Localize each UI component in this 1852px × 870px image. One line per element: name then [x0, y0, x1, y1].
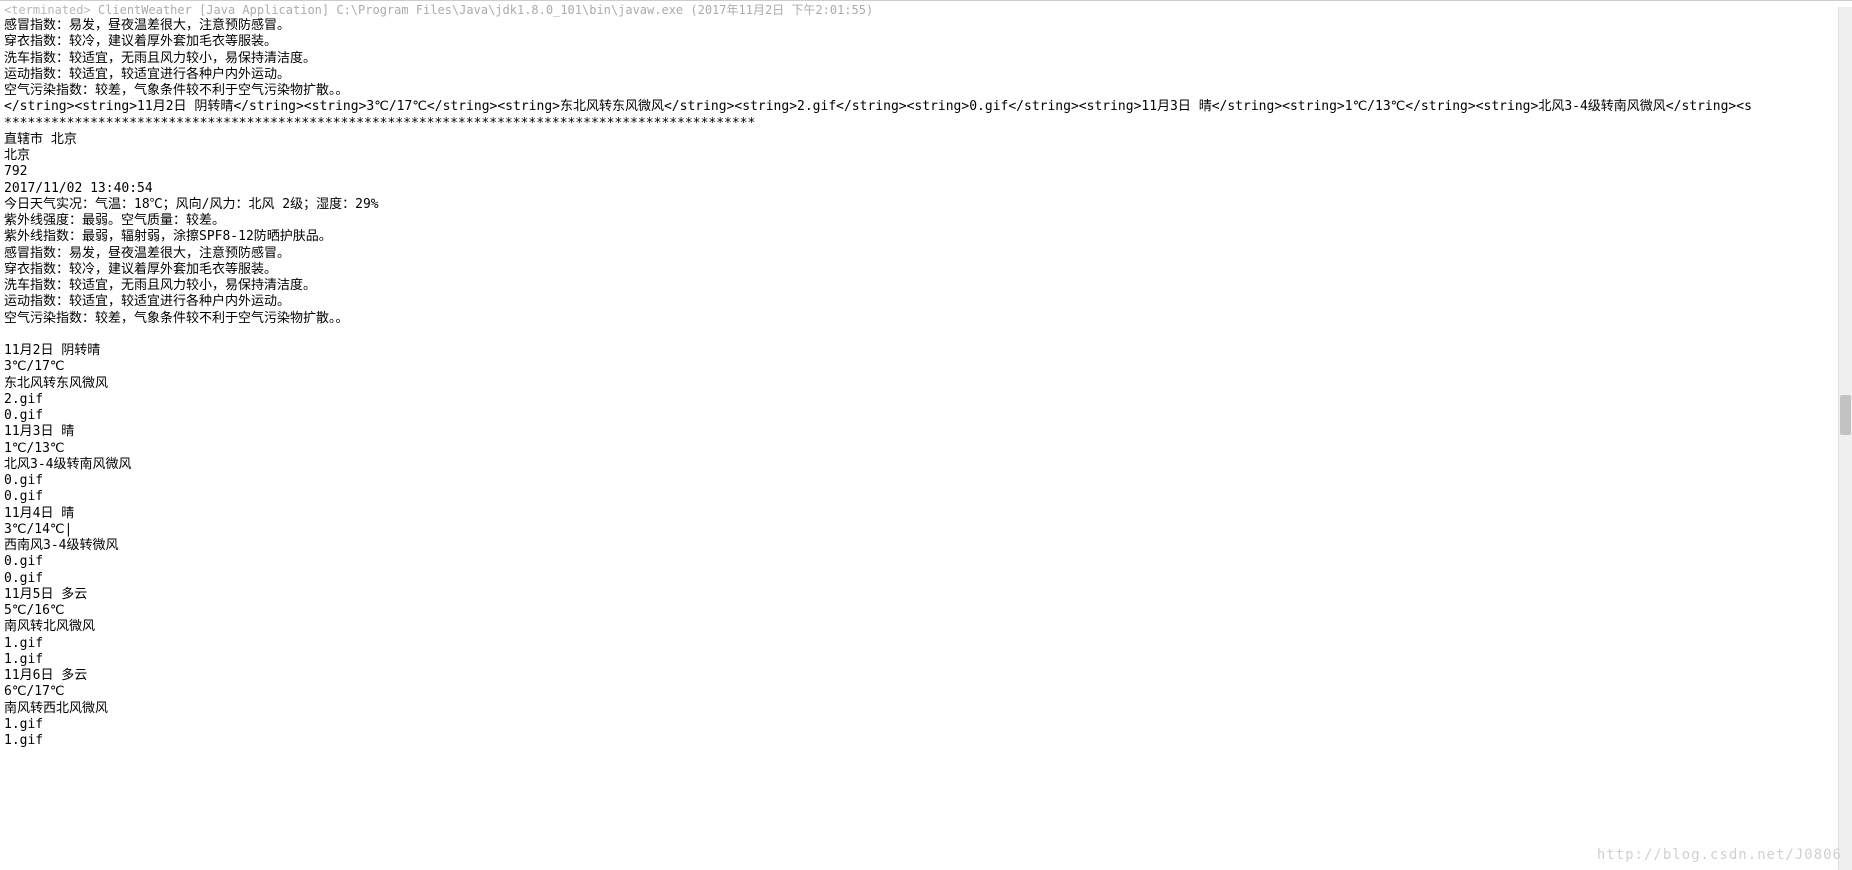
forecast-gif: 1.gif: [4, 652, 1848, 668]
forecast-wind: 西南风3-4级转微风: [4, 538, 1848, 554]
forecast-wind: 南风转北风微风: [4, 619, 1848, 635]
forecast-gif: 0.gif: [4, 554, 1848, 570]
forecast-wind: 南风转西北风微风: [4, 701, 1848, 717]
launch-timestamp: (2017年11月2日 下午2:01:55): [690, 3, 873, 17]
forecast-temp: 5℃/16℃: [4, 603, 1848, 619]
city-line: 直辖市 北京: [4, 132, 1848, 148]
forecast-date: 11月5日 多云: [4, 587, 1848, 603]
uv-line: 紫外线强度：最弱。空气质量：较差。: [4, 213, 1848, 229]
city-code: 792: [4, 164, 1848, 180]
forecast-wind: 北风3-4级转南风微风: [4, 457, 1848, 473]
forecast-temp: 6℃/17℃: [4, 684, 1848, 700]
city-name: 北京: [4, 148, 1848, 164]
scrollbar-thumb[interactable]: [1840, 395, 1851, 435]
dress-index: 穿衣指数：较冷，建议着厚外套加毛衣等服装。: [4, 262, 1848, 278]
forecast-gif: 0.gif: [4, 489, 1848, 505]
uv-index: 紫外线指数：最弱，辐射弱，涂擦SPF8-12防晒护肤品。: [4, 229, 1848, 245]
today-realtime: 今日天气实况：气温：18℃；风向/风力：北风 2级；湿度：29%: [4, 197, 1848, 213]
app-name: ClientWeather [Java Application]: [98, 3, 329, 17]
jre-path: C:\Program Files\Java\jdk1.8.0_101\bin\j…: [336, 3, 683, 17]
forecast-date: 11月3日 晴: [4, 424, 1848, 440]
console-output[interactable]: <terminated> ClientWeather [Java Applica…: [0, 0, 1852, 751]
separator-line: ****************************************…: [4, 116, 1848, 132]
xml-string-line: </string><string>11月2日 阴转晴</string><stri…: [4, 99, 1848, 115]
cold-index: 感冒指数：易发，昼夜温差很大，注意预防感冒。: [4, 246, 1848, 262]
console-line: 感冒指数：易发，昼夜温差很大，注意预防感冒。: [4, 18, 1848, 34]
console-line: 洗车指数：较适宜，无雨且风力较小，易保持清洁度。: [4, 51, 1848, 67]
blank-line: [4, 327, 1848, 343]
forecast-temp: 3℃/17℃: [4, 359, 1848, 375]
forecast-date: 11月2日 阴转晴: [4, 343, 1848, 359]
forecast-gif: 1.gif: [4, 733, 1848, 749]
sport-index: 运动指数：较适宜，较适宜进行各种户内外运动。: [4, 294, 1848, 310]
forecast-wind: 东北风转东风微风: [4, 376, 1848, 392]
forecast-date: 11月6日 多云: [4, 668, 1848, 684]
vertical-scrollbar[interactable]: [1838, 7, 1852, 870]
forecast-gif: 2.gif: [4, 392, 1848, 408]
datetime-line: 2017/11/02 13:40:54: [4, 181, 1848, 197]
forecast-temp: 3℃/14℃|: [4, 522, 1848, 538]
console-line: 运动指数：较适宜，较适宜进行各种户内外运动。: [4, 67, 1848, 83]
console-header: <terminated> ClientWeather [Java Applica…: [4, 3, 1848, 18]
forecast-temp: 1℃/13℃: [4, 441, 1848, 457]
terminated-tag: <terminated>: [4, 3, 91, 17]
forecast-gif: 1.gif: [4, 636, 1848, 652]
forecast-gif: 0.gif: [4, 473, 1848, 489]
forecast-gif: 1.gif: [4, 717, 1848, 733]
console-line: 穿衣指数：较冷，建议着厚外套加毛衣等服装。: [4, 34, 1848, 50]
forecast-date: 11月4日 晴: [4, 506, 1848, 522]
console-line: 空气污染指数：较差，气象条件较不利于空气污染物扩散。。: [4, 83, 1848, 99]
air-index: 空气污染指数：较差，气象条件较不利于空气污染物扩散。。: [4, 311, 1848, 327]
forecast-gif: 0.gif: [4, 571, 1848, 587]
wash-index: 洗车指数：较适宜，无雨且风力较小，易保持清洁度。: [4, 278, 1848, 294]
forecast-gif: 0.gif: [4, 408, 1848, 424]
watermark-text: http://blog.csdn.net/J0806: [1597, 847, 1842, 865]
